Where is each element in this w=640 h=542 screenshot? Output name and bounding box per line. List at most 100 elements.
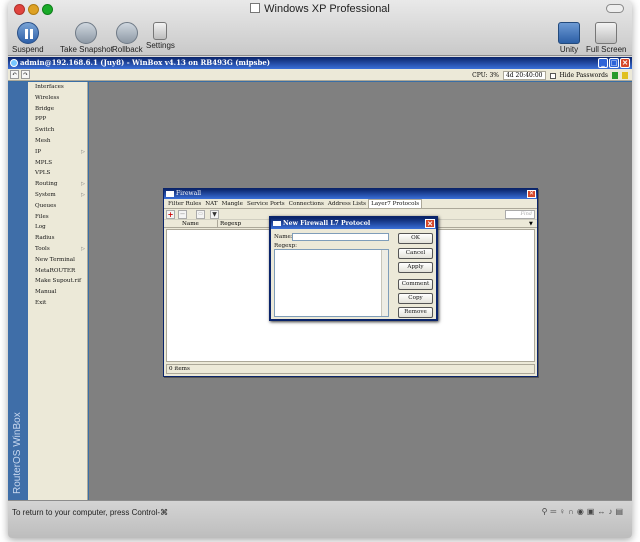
sidebar-item-log[interactable]: Log xyxy=(29,222,87,233)
column-menu-icon[interactable]: ▼ xyxy=(527,220,537,227)
sidebar-item-ip[interactable]: IP ▷ xyxy=(29,147,87,158)
sidebar-item-ppp[interactable]: PPP xyxy=(29,114,87,125)
disk-icon[interactable]: ▣ xyxy=(587,507,598,516)
remove-button[interactable]: Remove xyxy=(398,307,433,318)
winbox-app-icon xyxy=(10,59,18,67)
network-icon[interactable]: ═ xyxy=(550,507,559,516)
dialog-titlebar[interactable]: New Firewall L7 Protocol ✕ xyxy=(271,218,436,229)
sidebar-item-label: Queues xyxy=(35,202,57,209)
remove-icon[interactable]: − xyxy=(178,210,187,219)
close-icon[interactable]: ✕ xyxy=(620,58,630,68)
undo-icon[interactable]: ↶ xyxy=(10,70,19,79)
sidebar-item-label: VPLS xyxy=(35,170,51,177)
brand-text: RouterOS WinBox xyxy=(12,412,23,494)
filter-icon[interactable]: ▼ xyxy=(210,210,219,219)
find-input[interactable]: Find xyxy=(505,210,535,219)
settings-button[interactable]: Settings xyxy=(146,22,175,50)
rollback-button[interactable]: Rollback xyxy=(112,22,143,54)
winbox-status-area: CPU: 3% 4d 20:40:00 Hide Passwords xyxy=(472,71,628,80)
shared-folder-icon[interactable]: ↔ xyxy=(597,507,608,516)
window-icon xyxy=(166,191,174,197)
firewall-titlebar[interactable]: Firewall ✕ xyxy=(164,189,537,199)
take-snapshot-button[interactable]: Take Snapshot xyxy=(60,22,113,54)
sidebar-item-vpls[interactable]: VPLS xyxy=(29,168,87,179)
sidebar-item-bridge[interactable]: Bridge xyxy=(29,104,87,115)
apply-button[interactable]: Apply xyxy=(398,262,433,273)
sidebar-item-make-supout-rif[interactable]: Make Supout.rif xyxy=(29,276,87,287)
pause-icon xyxy=(16,22,39,44)
tab-address-lists[interactable]: Address Lists xyxy=(326,199,368,208)
list-status: 0 items xyxy=(166,364,535,374)
winbox-window: admin@192.168.6.1 (Juy8) - WinBox v4.13 … xyxy=(8,57,632,500)
sidebar-item-mesh[interactable]: Mesh xyxy=(29,136,87,147)
sidebar-item-manual[interactable]: Manual xyxy=(29,287,87,298)
firewall-title: Firewall xyxy=(176,190,202,197)
tab-nat[interactable]: NAT xyxy=(203,199,219,208)
name-input[interactable] xyxy=(292,233,389,241)
winbox-window-controls: _ □ ✕ xyxy=(598,58,630,68)
add-icon[interactable]: + xyxy=(166,210,175,219)
release-hint: To return to your computer, press Contro… xyxy=(12,508,169,517)
tab-filter-rules[interactable]: Filter Rules xyxy=(166,199,203,208)
close-icon[interactable]: ✕ xyxy=(527,190,536,198)
sidebar-item-new-terminal[interactable]: New Terminal xyxy=(29,255,87,266)
hide-passwords-checkbox[interactable] xyxy=(549,72,556,79)
tab-connections[interactable]: Connections xyxy=(287,199,326,208)
name-label: Name: xyxy=(274,234,293,240)
dialog-title: New Firewall L7 Protocol xyxy=(283,220,371,227)
sidebar-item-radius[interactable]: Radius xyxy=(29,233,87,244)
sidebar-item-system[interactable]: System ▷ xyxy=(29,190,87,201)
column-name[interactable]: Name xyxy=(180,220,218,227)
submenu-arrow-icon: ▷ xyxy=(81,148,85,155)
tab-mangle[interactable]: Mangle xyxy=(220,199,245,208)
sidebar-item-label: Files xyxy=(35,213,49,220)
take-snapshot-label: Take Snapshot xyxy=(60,45,113,54)
lock-icon xyxy=(622,72,628,79)
new-l7-protocol-dialog: New Firewall L7 Protocol ✕ Name: Regexp:… xyxy=(269,216,438,321)
copy-button[interactable]: Copy xyxy=(398,293,433,304)
maximize-icon[interactable]: □ xyxy=(609,58,619,68)
sidebar-item-mpls[interactable]: MPLS xyxy=(29,158,87,169)
ok-button[interactable]: OK xyxy=(398,233,433,244)
full-screen-button[interactable]: Full Screen xyxy=(586,22,626,54)
tab-layer7-protocols[interactable]: Layer7 Protocols xyxy=(368,199,423,208)
cancel-button[interactable]: Cancel xyxy=(398,248,433,259)
comment-icon[interactable]: ▭ xyxy=(196,210,205,219)
close-icon[interactable]: ✕ xyxy=(425,219,435,228)
vm-title: Windows XP Professional xyxy=(8,3,632,15)
sidebar-item-queues[interactable]: Queues xyxy=(29,201,87,212)
sidebar-item-label: Tools xyxy=(35,245,50,252)
sidebar-item-files[interactable]: Files xyxy=(29,212,87,223)
firewall-tabs: Filter Rules NAT Mangle Service Ports Connec… xyxy=(164,199,537,209)
sidebar-item-wireless[interactable]: Wireless xyxy=(29,93,87,104)
winbox-title: admin@192.168.6.1 (Juy8) - WinBox v4.13 … xyxy=(20,58,271,67)
sidebar-item-routing[interactable]: Routing ▷ xyxy=(29,179,87,190)
sidebar-item-switch[interactable]: Switch xyxy=(29,125,87,136)
unity-icon xyxy=(558,22,580,44)
regexp-textarea[interactable] xyxy=(274,249,389,317)
minimize-icon[interactable]: _ xyxy=(598,58,608,68)
scrollbar[interactable] xyxy=(381,250,388,316)
toolbar-toggle-icon[interactable] xyxy=(606,4,624,13)
headphones-icon[interactable]: ∩ xyxy=(568,507,577,516)
winbox-toolbar: ↶ ↷ CPU: 3% 4d 20:40:00 Hide Passwords xyxy=(8,69,632,81)
sidebar-item-tools[interactable]: Tools ▷ xyxy=(29,244,87,255)
sidebar-item-metarouter[interactable]: MetaROUTER xyxy=(29,266,87,277)
sidebar-item-interfaces[interactable]: Interfaces xyxy=(29,82,87,93)
printer-icon[interactable]: ▤ xyxy=(615,507,626,516)
camera-icon[interactable]: ◉ xyxy=(577,507,587,516)
sidebar-item-label: Make Supout.rif xyxy=(35,278,82,285)
redo-icon[interactable]: ↷ xyxy=(21,70,30,79)
sidebar-item-label: Mesh xyxy=(35,137,51,144)
vm-window: Windows XP Professional Suspend Take Sna… xyxy=(8,0,632,538)
unity-button[interactable]: Unity xyxy=(558,22,580,54)
sidebar-item-label: Interfaces xyxy=(35,84,64,90)
brand-strip: RouterOS WinBox xyxy=(8,82,28,500)
sidebar-menu: Interfaces Wireless Bridge PPP Switch Mesh IP ▷… xyxy=(29,82,87,309)
sidebar-item-label: PPP xyxy=(35,116,47,123)
suspend-button[interactable]: Suspend xyxy=(12,22,44,54)
tab-service-ports[interactable]: Service Ports xyxy=(245,199,287,208)
comment-button[interactable]: Comment xyxy=(398,279,433,290)
microphone-icon[interactable]: ♀ xyxy=(559,507,568,516)
sidebar-item-exit[interactable]: Exit xyxy=(29,298,87,309)
